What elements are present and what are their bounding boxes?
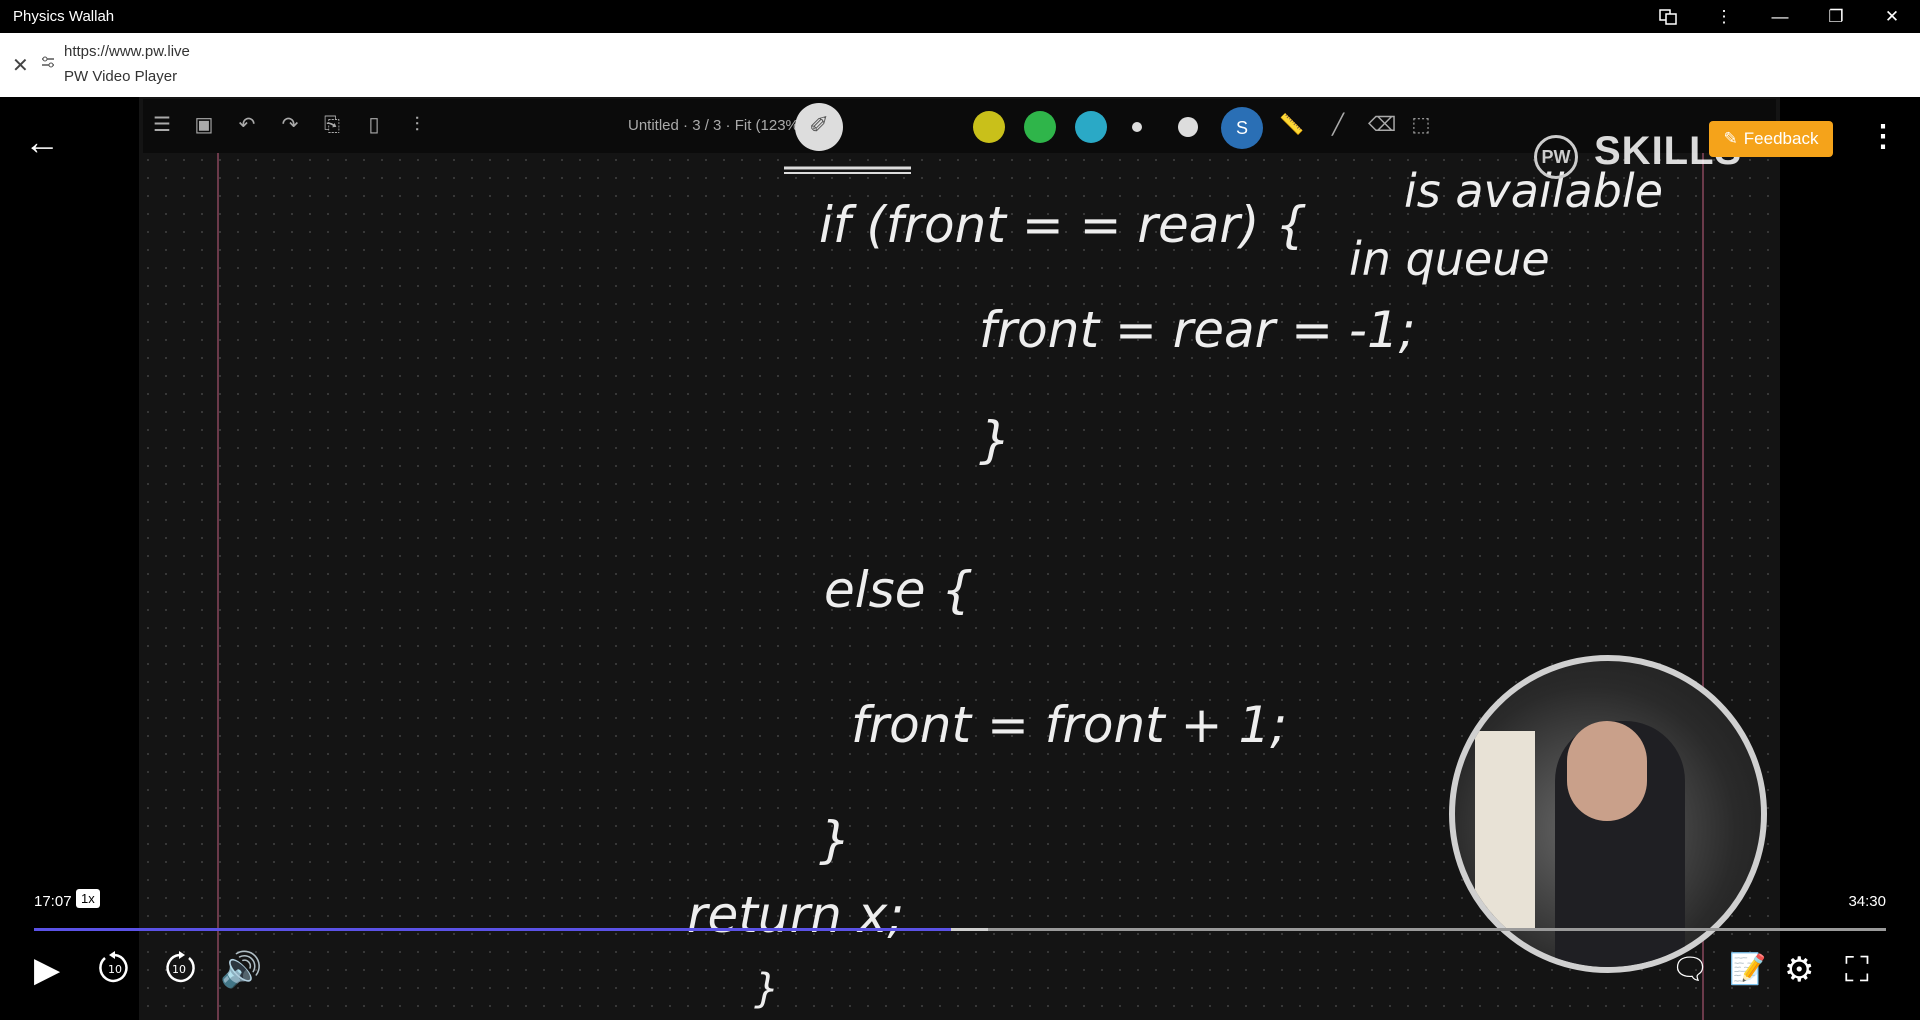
note-in-queue: in queue bbox=[1349, 232, 1550, 286]
teacher-face bbox=[1567, 721, 1647, 821]
code-brace-close-1: } bbox=[979, 411, 1011, 469]
more-menu-icon[interactable]: ⋮ bbox=[1696, 0, 1752, 33]
edit-icon: ✎ bbox=[1723, 129, 1738, 148]
back-arrow-icon[interactable]: ← bbox=[24, 121, 60, 163]
restore-icon[interactable]: ❐ bbox=[1808, 0, 1864, 33]
window-titlebar: Physics Wallah ⋮ — ❐ ✕ bbox=[0, 0, 1920, 33]
player-more-icon[interactable]: ⋮ bbox=[1868, 119, 1898, 154]
code-line-increment: front = front + 1; bbox=[851, 696, 1287, 754]
current-time: 17:07 bbox=[34, 893, 72, 910]
volume-icon[interactable]: 🔊 bbox=[220, 950, 262, 990]
code-brace-close-3: } bbox=[754, 966, 779, 1012]
teacher-webcam bbox=[1449, 655, 1767, 973]
progress-fill bbox=[34, 928, 951, 931]
svg-text:10: 10 bbox=[108, 963, 122, 976]
code-line-reset: front = rear = -1; bbox=[979, 301, 1416, 359]
feedback-label: Feedback bbox=[1743, 129, 1819, 148]
close-icon[interactable]: ✕ bbox=[12, 53, 29, 78]
video-player[interactable]: ☰ ▣ ↶ ↷ ⎘ ▯ ⫶ Untitled · 3 / 3 · Fit (12… bbox=[0, 97, 1920, 1020]
play-button[interactable]: ▶ bbox=[34, 950, 60, 990]
playback-speed-badge[interactable]: 1x bbox=[76, 889, 100, 908]
rewind-icon: 10 bbox=[99, 951, 128, 983]
feedback-button[interactable]: ✎ Feedback bbox=[1709, 121, 1833, 157]
close-window-icon[interactable]: ✕ bbox=[1864, 0, 1920, 33]
bookshelf bbox=[1475, 731, 1535, 931]
page-name: PW Video Player bbox=[64, 68, 178, 85]
url-text: https://www.pw.live bbox=[64, 43, 190, 60]
settings-gear-icon[interactable]: ⚙ bbox=[1784, 950, 1814, 990]
video-frame[interactable]: ☰ ▣ ↶ ↷ ⎘ ▯ ⫶ Untitled · 3 / 3 · Fit (12… bbox=[139, 97, 1780, 1020]
code-brace-close-2: } bbox=[819, 811, 851, 869]
code-line-if: if (front = = rear) { bbox=[819, 196, 1307, 254]
fullscreen-icon[interactable]: ⛶ bbox=[1845, 950, 1869, 990]
captions-icon[interactable]: 🗨 bbox=[1671, 950, 1709, 990]
code-line-return: return x; bbox=[687, 886, 904, 944]
code-line-else: else { bbox=[824, 561, 973, 619]
site-settings-icon[interactable] bbox=[40, 54, 56, 70]
pw-logo: PW bbox=[1534, 135, 1578, 179]
forward-icon: 10 bbox=[166, 951, 195, 983]
minimize-icon[interactable]: — bbox=[1752, 0, 1808, 33]
buffered-range bbox=[950, 928, 988, 931]
translate-icon[interactable] bbox=[1640, 0, 1696, 33]
notes-icon[interactable]: 📝 bbox=[1729, 950, 1766, 990]
address-bar: ✕ https://www.pw.live PW Video Player bbox=[0, 33, 1920, 97]
rewind-button[interactable]: 10 bbox=[97, 950, 133, 995]
total-duration: 34:30 bbox=[1848, 893, 1886, 910]
forward-button[interactable]: 10 bbox=[161, 950, 197, 995]
window-title: Physics Wallah bbox=[13, 8, 115, 25]
progress-bar[interactable] bbox=[34, 928, 1886, 931]
svg-text:10: 10 bbox=[172, 963, 186, 976]
